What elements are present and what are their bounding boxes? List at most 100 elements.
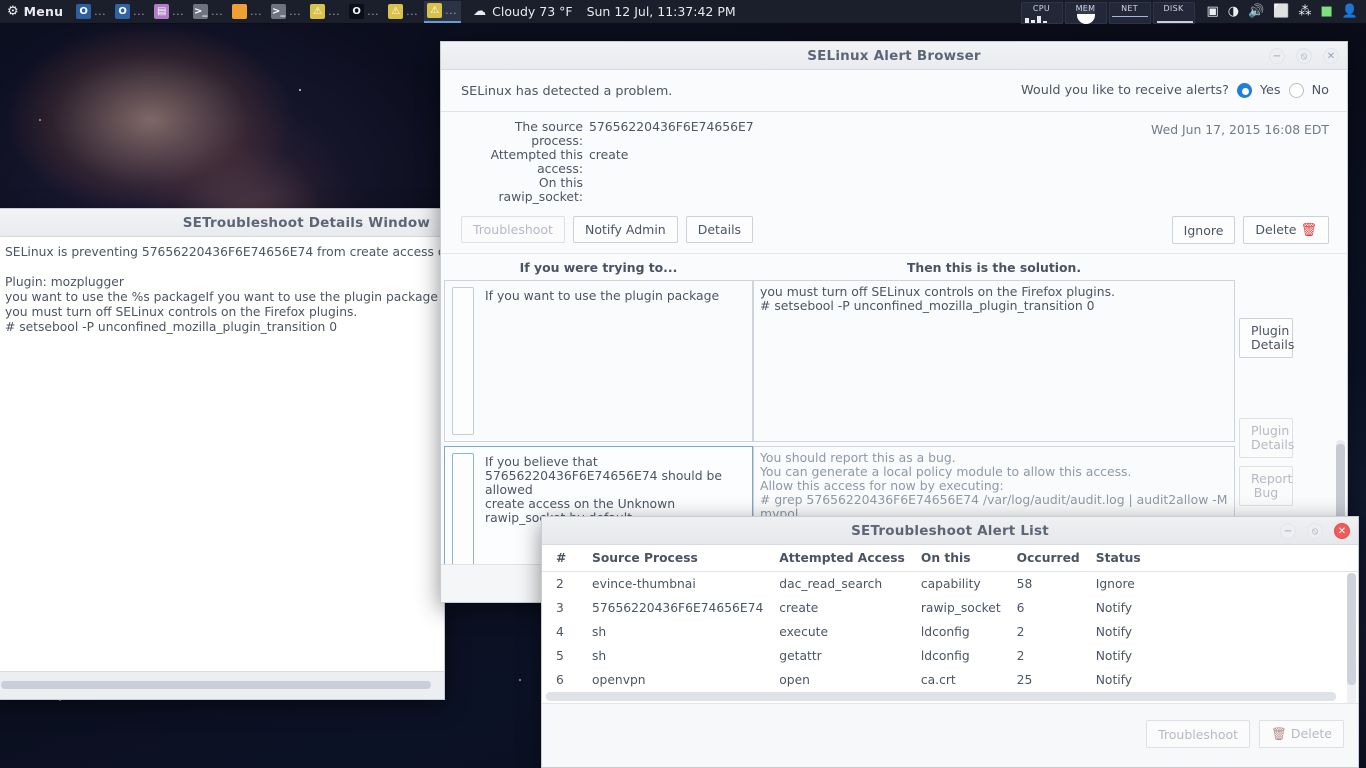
- updates-icon[interactable]: ■: [1321, 5, 1333, 18]
- scrollbar-thumb[interactable]: [1347, 573, 1356, 685]
- wifi-icon[interactable]: ◑: [1228, 5, 1239, 18]
- solution-header: Then this is the solution.: [906, 260, 1082, 275]
- summary-key: On this rawip_socket:: [498, 175, 583, 204]
- details-window-titlebar[interactable]: SETroubleshoot Details Window: [0, 209, 444, 237]
- column-header-on-this[interactable]: On this: [912, 545, 1009, 572]
- column-header-occurred[interactable]: Occurred: [1008, 545, 1088, 572]
- maximize-icon[interactable]: ⦸: [1296, 48, 1312, 64]
- details-button[interactable]: Details: [685, 216, 754, 243]
- cell-on-this: ldconfig: [920, 625, 970, 639]
- net-monitor[interactable]: NET: [1108, 1, 1151, 24]
- troubleshoot-button[interactable]: Troubleshoot: [1146, 720, 1251, 748]
- alert-browser-action-bar: Troubleshoot Notify Admin Details Ignore…: [441, 210, 1347, 253]
- system-tray: ▣ ◑ 🔊 ⬜ ⁂ ■ 👤: [1197, 5, 1366, 18]
- task-button-2[interactable]: O ...: [112, 1, 149, 23]
- trying-to-cell-row1[interactable]: If you want to use the plugin package: [444, 280, 753, 442]
- cell-number: 6: [556, 673, 564, 687]
- task-label-8: ...: [367, 5, 380, 18]
- alert-list-titlebar[interactable]: SETroubleshoot Alert List − ⦸ ✕: [542, 517, 1358, 545]
- cpu-bar: [1042, 20, 1047, 23]
- table-header-row: # Source Process Attempted Access On thi…: [542, 545, 1358, 572]
- details-window-footer: [0, 671, 444, 699]
- task-button-5[interactable]: ...: [229, 1, 266, 23]
- summary-key: The source process:: [514, 119, 583, 148]
- alert-browser-titlebar[interactable]: SELinux Alert Browser − ⦸ ✕: [441, 42, 1347, 70]
- delete-button-label: Delete: [1255, 222, 1297, 237]
- cell-number: 5: [556, 649, 564, 663]
- receive-alerts-no-label[interactable]: No: [1312, 83, 1329, 98]
- plugin-details-button-row2[interactable]: Plugin Details: [1239, 418, 1294, 458]
- task-button-9[interactable]: ⚠ ...: [385, 1, 422, 23]
- delete-button[interactable]: 🗑 Delete: [1259, 720, 1344, 748]
- bluetooth-icon[interactable]: ⁂: [1299, 5, 1312, 18]
- task-button-1[interactable]: O ...: [73, 1, 110, 23]
- cpu-bar: [1030, 19, 1035, 23]
- table-row[interactable]: 4 sh execute ldconfig 2 Notify: [542, 620, 1358, 644]
- receive-alerts-yes-radio[interactable]: [1236, 83, 1252, 98]
- warning-icon: ⚠: [310, 4, 326, 19]
- close-icon[interactable]: ✕: [1334, 523, 1350, 539]
- task-button-6[interactable]: >_ ...: [268, 1, 305, 23]
- cell-status: Ignore: [1095, 577, 1135, 591]
- net-graph-line: [1111, 15, 1148, 17]
- task-button-4[interactable]: >_ ...: [190, 1, 227, 23]
- report-bug-button-row2[interactable]: Report Bug: [1239, 466, 1293, 506]
- task-label-9: ...: [406, 5, 419, 18]
- cpu-monitor[interactable]: CPU: [1020, 1, 1063, 24]
- alert-list-title: SETroubleshoot Alert List: [851, 522, 1049, 539]
- volume-icon[interactable]: 🔊: [1248, 5, 1264, 18]
- user-icon[interactable]: 👤: [1342, 5, 1358, 18]
- close-icon[interactable]: ✕: [1323, 48, 1339, 64]
- table-row[interactable]: 6 openvpn open ca.crt 25 Notify: [542, 668, 1358, 692]
- troubleshoot-button[interactable]: Troubleshoot: [461, 216, 565, 243]
- top-panel: ⚙ Menu O ... O ... ▤ ... >_ ... ... >_ .…: [0, 0, 1366, 24]
- system-monitors: CPU MEM NET DISK: [1020, 0, 1197, 24]
- receive-alerts-yes-label[interactable]: Yes: [1260, 83, 1281, 98]
- details-horizontal-scrollbar[interactable]: [1, 681, 431, 689]
- column-header-source-process[interactable]: Source Process: [584, 545, 772, 572]
- task-button-8[interactable]: O ...: [346, 1, 383, 23]
- column-header-number[interactable]: #: [542, 545, 584, 572]
- plugin-details-button-row1[interactable]: Plugin Details: [1239, 318, 1294, 358]
- clipboard-icon[interactable]: ⬜: [1273, 5, 1289, 18]
- maximize-icon[interactable]: ⦸: [1307, 523, 1323, 539]
- cell-source-process: sh: [592, 649, 607, 663]
- task-label-3: ...: [172, 5, 185, 18]
- solution-cell-row1[interactable]: you must turn off SELinux controls on th…: [753, 280, 1235, 442]
- alert-summary: The source process: 57656220436F6E74656E…: [441, 112, 1347, 210]
- weather-applet[interactable]: ☁ Cloudy 73 °F: [473, 4, 572, 19]
- summary-key: Attempted this access:: [490, 147, 583, 176]
- minimize-icon[interactable]: −: [1269, 48, 1285, 64]
- cell-number: 4: [556, 625, 564, 639]
- ignore-button[interactable]: Ignore: [1171, 216, 1236, 244]
- cell-status: Notify: [1095, 673, 1133, 687]
- minimize-icon[interactable]: −: [1280, 523, 1296, 539]
- column-header-attempted-access[interactable]: Attempted Access: [771, 545, 913, 572]
- receive-alerts-no-radio[interactable]: [1288, 83, 1304, 98]
- summary-row-on-this: On this rawip_socket:: [461, 176, 1329, 204]
- trash-icon: 🗑: [1271, 726, 1287, 741]
- alert-list-vertical-scrollbar[interactable]: [1347, 573, 1356, 703]
- task-button-3[interactable]: ▤ ...: [151, 1, 188, 23]
- task-button-7[interactable]: ⚠ ...: [307, 1, 344, 23]
- mem-monitor[interactable]: MEM: [1064, 1, 1107, 24]
- delete-button[interactable]: Delete 🗑: [1243, 216, 1329, 244]
- alert-list-horizontal-scrollbar[interactable]: [546, 692, 1336, 701]
- row-handle[interactable]: [452, 287, 474, 435]
- notify-admin-button[interactable]: Notify Admin: [572, 216, 678, 243]
- screenshot-icon[interactable]: ▣: [1207, 5, 1219, 18]
- app-icon-blue: O: [115, 4, 131, 19]
- menu-button[interactable]: ⚙ Menu: [0, 0, 73, 24]
- table-row[interactable]: 5 sh getattr ldconfig 2 Notify: [542, 644, 1358, 668]
- terminal-icon: >_: [271, 4, 287, 19]
- clock[interactable]: Sun 12 Jul, 11:37:42 PM: [587, 4, 736, 19]
- task-button-10[interactable]: ⚠ ...: [424, 0, 462, 23]
- column-header-status[interactable]: Status: [1087, 545, 1358, 572]
- table-row[interactable]: 2 evince-thumbnai dac_read_search capabi…: [542, 572, 1358, 597]
- receive-alerts-question: Would you like to receive alerts?: [1020, 83, 1229, 98]
- table-row[interactable]: 3 57656220436F6E74656E74 create rawip_so…: [542, 596, 1358, 620]
- receive-alerts-group: Would you like to receive alerts? Yes No: [1021, 83, 1329, 98]
- disk-monitor[interactable]: DISK: [1152, 1, 1195, 24]
